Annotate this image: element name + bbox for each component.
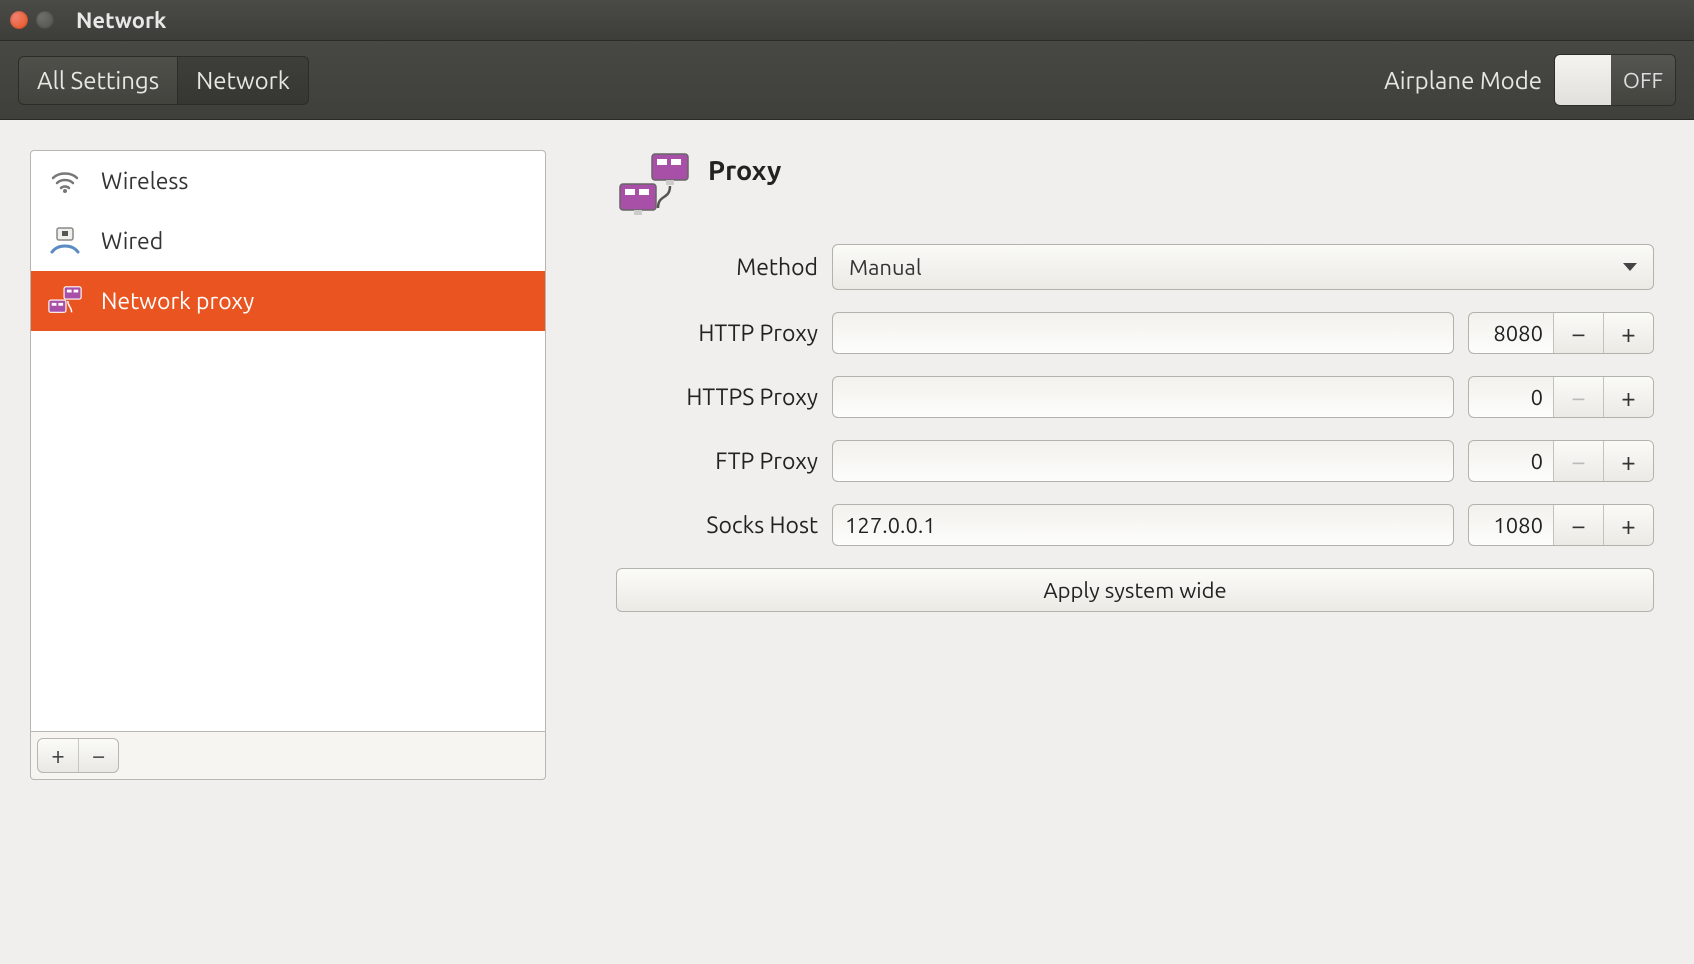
network-button[interactable]: Network	[178, 56, 309, 105]
sidebar-item-wired[interactable]: Wired	[31, 211, 545, 271]
pane-title: Proxy	[708, 150, 781, 186]
minimize-icon[interactable]	[36, 11, 54, 29]
ftp-proxy-port-input[interactable]	[1469, 441, 1553, 481]
http-proxy-port-increment[interactable]: +	[1603, 313, 1653, 353]
https-proxy-port-increment[interactable]: +	[1603, 377, 1653, 417]
http-proxy-host-input[interactable]	[832, 312, 1454, 354]
socks-port-decrement[interactable]: −	[1553, 505, 1603, 545]
https-proxy-row: HTTPS Proxy − +	[616, 376, 1654, 418]
remove-connection-button[interactable]: −	[78, 739, 118, 772]
proxy-header-icon	[616, 150, 694, 224]
method-row: Method Manual	[616, 244, 1654, 290]
toolbar: All Settings Network Airplane Mode OFF	[0, 40, 1694, 120]
socks-host-input[interactable]	[832, 504, 1454, 546]
http-proxy-port-stepper: − +	[1468, 312, 1654, 354]
proxy-pane: Proxy Method Manual HTTP Proxy − +	[586, 150, 1664, 934]
network-sidebar: Wireless Wired	[30, 150, 546, 732]
ftp-proxy-label: FTP Proxy	[616, 449, 818, 474]
socks-host-label: Socks Host	[616, 513, 818, 538]
add-connection-button[interactable]: +	[38, 739, 78, 772]
chevron-down-icon	[1623, 263, 1637, 271]
window-title: Network	[76, 8, 166, 33]
breadcrumb: All Settings Network	[18, 56, 309, 105]
http-proxy-port-input[interactable]	[1469, 313, 1553, 353]
socks-port-increment[interactable]: +	[1603, 505, 1653, 545]
ethernet-icon	[47, 223, 83, 259]
pane-header: Proxy	[616, 150, 1654, 224]
method-label: Method	[616, 255, 818, 280]
apply-row: Apply system wide	[616, 568, 1654, 612]
ftp-proxy-port-stepper: − +	[1468, 440, 1654, 482]
https-proxy-port-stepper: − +	[1468, 376, 1654, 418]
socks-port-stepper: − +	[1468, 504, 1654, 546]
ftp-proxy-port-decrement: −	[1553, 441, 1603, 481]
sidebar-item-label: Wired	[101, 229, 163, 254]
content: Wireless Wired	[0, 120, 1694, 964]
https-proxy-host-input[interactable]	[832, 376, 1454, 418]
ftp-proxy-port-increment[interactable]: +	[1603, 441, 1653, 481]
toggle-off-label: OFF	[1611, 55, 1675, 105]
sidebar-item-network-proxy[interactable]: Network proxy	[31, 271, 545, 331]
proxy-form: Method Manual HTTP Proxy − + HTTPS Proxy	[616, 244, 1654, 612]
wifi-icon	[47, 163, 83, 199]
https-proxy-port-decrement: −	[1553, 377, 1603, 417]
http-proxy-port-decrement[interactable]: −	[1553, 313, 1603, 353]
https-proxy-port-input[interactable]	[1469, 377, 1553, 417]
method-select[interactable]: Manual	[832, 244, 1654, 290]
airplane-mode-label: Airplane Mode	[1384, 67, 1542, 94]
sidebar-item-wireless[interactable]: Wireless	[31, 151, 545, 211]
toggle-knob	[1555, 55, 1611, 105]
all-settings-button[interactable]: All Settings	[18, 56, 178, 105]
http-proxy-row: HTTP Proxy − +	[616, 312, 1654, 354]
sidebar-tools: + −	[30, 732, 546, 780]
ftp-proxy-host-input[interactable]	[832, 440, 1454, 482]
apply-system-wide-button[interactable]: Apply system wide	[616, 568, 1654, 612]
sidebar-item-label: Network proxy	[101, 289, 254, 314]
sidebar-container: Wireless Wired	[30, 150, 546, 934]
socks-port-input[interactable]	[1469, 505, 1553, 545]
method-value: Manual	[849, 255, 922, 280]
close-icon[interactable]	[10, 11, 28, 29]
http-proxy-label: HTTP Proxy	[616, 321, 818, 346]
sidebar-item-label: Wireless	[101, 169, 188, 194]
title-bar: Network	[0, 0, 1694, 40]
https-proxy-label: HTTPS Proxy	[616, 385, 818, 410]
ftp-proxy-row: FTP Proxy − +	[616, 440, 1654, 482]
socks-host-row: Socks Host − +	[616, 504, 1654, 546]
window-controls	[10, 11, 54, 29]
proxy-icon	[47, 283, 83, 319]
airplane-mode-toggle[interactable]: OFF	[1554, 54, 1676, 106]
